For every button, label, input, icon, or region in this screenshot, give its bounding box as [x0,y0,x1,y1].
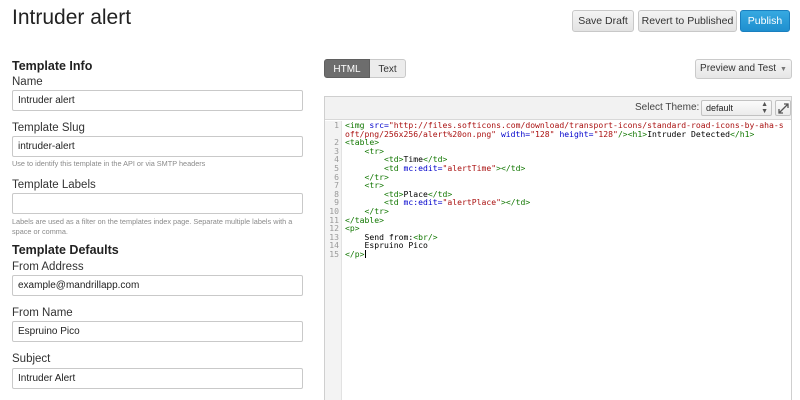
code-line: 9 <td mc:edit="alertPlace"></td> [325,198,791,207]
code-text: </tr> [364,171,389,182]
code-text: </tr> [364,205,389,216]
expand-icon [778,103,789,114]
code-line: 14 Espruino Pico [325,241,791,250]
up-down-arrows-icon: ▲ ▼ [761,101,768,115]
preview-and-test-label: Preview and Test [700,63,777,74]
line-number: 1 [334,120,339,130]
code-line: 5 <td mc:edit="alertTime"></td> [325,164,791,173]
page-title: Intruder alert [12,6,132,29]
line-number: 15 [329,248,339,259]
subject-input[interactable] [12,368,303,389]
code-text: <table> [345,137,380,148]
tab-html[interactable]: HTML [324,59,370,78]
theme-select-value: default [706,103,734,113]
subject-label: Subject [12,353,51,365]
chevron-down-icon: ▼ [780,66,787,73]
template-slug-help: Use to identify this template in the API… [12,159,206,168]
editor-toolbar: Select Theme: default ▲ ▼ [325,97,791,120]
code-line: 15 </p> [325,250,791,259]
code-text: </table> [345,214,384,225]
publish-button[interactable]: Publish [740,10,790,32]
code-line: 10 </tr> [325,207,791,216]
from-name-input[interactable] [12,321,303,342]
template-slug-input[interactable] [12,136,303,157]
preview-and-test-button[interactable]: Preview and Test ▼ [695,59,792,79]
code-line: 1 <img src="http://files.softicons.com/do… [325,121,791,138]
select-theme-label: Select Theme: [635,102,700,113]
code-line: 2 <table> [325,138,791,147]
name-label: Name [12,76,43,88]
from-address-input[interactable] [12,275,303,296]
text-cursor [364,249,366,258]
code-area[interactable]: 1 <img src="http://files.softicons.com/do… [325,121,791,400]
tab-text[interactable]: Text [370,59,406,78]
code-text: </p> [345,248,366,259]
save-draft-button[interactable]: Save Draft [572,10,634,32]
template-slug-label: Template Slug [12,122,85,134]
theme-select[interactable]: default ▲ ▼ [701,100,772,116]
code-text: <td mc:edit="alertPlace"></td> [383,197,531,208]
code-text: <img src="http://files.softicons.com/dow… [345,120,784,139]
expand-button[interactable] [775,100,791,116]
code-text: Espruino Pico [345,240,428,251]
code-text: <td mc:edit="alertTime"></td> [383,162,526,173]
template-labels-label: Template Labels [12,179,96,191]
revert-to-published-button[interactable]: Revert to Published [638,10,737,32]
template-info-heading: Template Info [12,59,93,73]
code-line: 11 </table> [325,214,791,225]
code-editor[interactable]: Select Theme: default ▲ ▼ 1 <img src="http… [324,96,792,400]
code-line: 6 </tr> [325,171,791,182]
from-name-label: From Name [12,307,73,319]
template-labels-help: Labels are used as a filter on the templ… [12,217,293,236]
template-labels-input[interactable] [12,193,303,214]
template-defaults-heading: Template Defaults [12,243,119,257]
from-address-label: From Address [12,261,84,273]
name-input[interactable] [12,90,303,111]
